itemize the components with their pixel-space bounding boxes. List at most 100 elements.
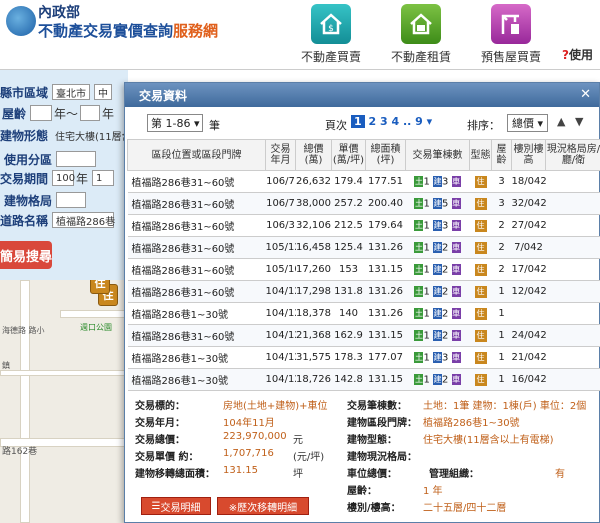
table-row[interactable]: 植福路286巷31~60號104/1221,368162.9131.15土1 建… — [127, 324, 600, 347]
building-count: 2 — [442, 374, 449, 386]
cell-age: 3 — [491, 170, 512, 193]
building-type-row: 建物形態 住宅大樓(11層含以 — [0, 125, 145, 145]
cell-layout — [545, 214, 600, 237]
cell-address: 植福路286巷31~60號 — [127, 258, 266, 281]
current-page[interactable]: 1 — [351, 115, 365, 128]
pagination[interactable]: 1 2 3 4 .. 9 ▾ — [351, 115, 432, 128]
land-count: 1 — [423, 286, 430, 298]
age-to-input[interactable] — [80, 105, 101, 121]
cell-total-price: 17,298 — [295, 280, 332, 303]
cell-age: 2 — [491, 258, 512, 281]
table-row[interactable]: 植福路286巷31~60號105/1017,260153131.15土1 建2 … — [127, 258, 600, 281]
residence-type-icon: 住 — [474, 351, 487, 364]
cell-total-area: 131.15 — [365, 368, 406, 391]
cell-address: 植福路286巷1~30號 — [127, 302, 266, 325]
cell-trade-count: 土1 建2 車 — [405, 258, 470, 281]
zone-select[interactable] — [56, 151, 97, 167]
help-link[interactable]: ?使用 — [562, 46, 593, 63]
building-badge-icon: 建 — [433, 329, 442, 341]
table-row[interactable]: 植福路286巷31~60號 106/7 26,632 179.4 177.51 土1 建3… — [127, 170, 600, 193]
road-input[interactable]: 植福路286巷 — [52, 212, 115, 228]
cell-total-area: 131.15 — [365, 258, 406, 281]
residence-type-icon: 住 — [474, 329, 487, 342]
map-house-pin-icon[interactable]: 住 — [90, 280, 110, 294]
transaction-detail-button[interactable]: ☰ 交易明細 — [141, 497, 211, 515]
table-row[interactable]: 植福路286巷31~60號105/1216,458125.4131.26土1 建… — [127, 236, 600, 259]
parking-badge-icon: 車 — [451, 285, 461, 297]
period-year-input[interactable]: 100 — [52, 170, 75, 186]
map-label-school: 海德路 路小 — [2, 326, 45, 335]
col-unit-price: 單價(萬/坪) — [331, 139, 366, 171]
nav-presale-label: 預售屋買賣 — [480, 50, 541, 64]
quick-search-button[interactable]: 簡易搜尋 — [0, 241, 52, 269]
residence-type-icon: 住 — [474, 197, 487, 210]
cell-floor: 24/042 — [511, 324, 546, 347]
transfer-history-button[interactable]: ※歷次移轉明細 — [217, 497, 309, 515]
detail-key: 交易筆棟數： — [347, 401, 407, 412]
cell-total-area: 131.15 — [365, 324, 406, 347]
parking-badge-icon: 車 — [451, 307, 461, 319]
svg-text:$: $ — [328, 24, 334, 34]
nav-real-estate-rent[interactable]: 不動產租賃 — [376, 4, 466, 65]
age-from-input[interactable] — [30, 105, 53, 121]
house-rent-icon — [401, 4, 441, 44]
cell-type: 住 — [469, 258, 492, 281]
cell-type: 住 — [469, 170, 492, 193]
transaction-dialog: 交易資料 ✕ 第 1-86 ▾ 筆 頁次 1 2 3 4 .. 9 ▾ 排序： … — [124, 82, 600, 523]
table-row[interactable]: 植福路286巷1~30號104/1231,575178.3177.07土1 建3… — [127, 346, 600, 369]
cell-address: 植福路286巷31~60號 — [127, 324, 266, 347]
cell-type: 住 — [469, 214, 492, 237]
site-header: 內政部 不動產交易實價查詢服務網 $ 不動產買賣 不動產租賃 預售屋買賣 ?使用 — [0, 0, 600, 70]
detail-key: 建物移轉總面積： — [135, 469, 215, 480]
period-label: 交易期間 — [0, 171, 49, 186]
county-label: 縣市區域 — [0, 85, 49, 100]
sort-label: 排序： — [467, 119, 500, 132]
parking-badge-icon: 車 — [451, 175, 461, 187]
county-select[interactable]: 臺北市 — [52, 84, 91, 100]
record-range-unit: 筆 — [209, 119, 220, 132]
transaction-detail: 交易標的： 房地(土地+建物)+車位 交易年月： 104年11月 交易總價： 2… — [125, 393, 600, 523]
detail-value: 住宅大樓(11層含以上有電梯) — [423, 435, 554, 446]
list-icon: ☰ — [151, 500, 161, 512]
col-address: 區段位置或區段門牌 — [127, 139, 266, 171]
land-count: 1 — [423, 220, 430, 232]
page-links[interactable]: 2 3 4 .. 9 ▾ — [369, 115, 433, 128]
building-count: 3 — [442, 176, 449, 188]
map-view[interactable]: 海德路 路小 週口公園 鎮 路162巷 住 住 — [0, 280, 128, 523]
nav-real-estate-sale[interactable]: $ 不動產買賣 — [286, 4, 376, 65]
site-title[interactable]: 不動產交易實價查詢服務網 — [38, 20, 218, 41]
land-count: 1 — [423, 308, 430, 320]
cell-total-price: 21,368 — [295, 324, 332, 347]
detail-key: 建物型態： — [347, 435, 397, 446]
table-row[interactable]: 植福路286巷31~60號104/1217,298131.8131.26土1 建… — [127, 280, 600, 303]
nav-presale-house[interactable]: 預售屋買賣 — [466, 4, 556, 65]
table-row[interactable]: 植福路286巷31~60號 106/7 38,000 257.2 200.40 土1 建5… — [127, 192, 600, 215]
detail-value: 有 — [555, 469, 565, 480]
table-row[interactable]: 植福路286巷1~30號104/1218,726142.8131.15土1 建2… — [127, 368, 600, 391]
district-select[interactable]: 中 — [94, 84, 113, 100]
cell-type: 住 — [469, 280, 492, 303]
table-row[interactable]: 植福路286巷1~30號104/1218,378140131.26土1 建2 車… — [127, 302, 600, 325]
sort-descending-icon[interactable]: ▼ — [575, 115, 583, 128]
layout-label: 建物格局 — [4, 193, 53, 208]
cell-age: 3 — [491, 192, 512, 215]
age-label: 屋齡 — [2, 106, 27, 121]
nav-sale-label: 不動產買賣 — [300, 50, 361, 64]
sort-select[interactable]: 總價 ▾ — [507, 114, 549, 132]
cell-floor: 12/042 — [511, 280, 546, 303]
period-month-select[interactable]: 1 — [92, 170, 115, 186]
record-range-select[interactable]: 第 1-86 ▾ — [147, 114, 204, 132]
cell-total-price: 38,000 — [295, 192, 332, 215]
table-row[interactable]: 植福路286巷31~60號 106/3 32,106 212.5 179.64 土1 建3… — [127, 214, 600, 237]
layout-select[interactable] — [56, 192, 87, 208]
close-icon[interactable]: ✕ — [580, 87, 591, 102]
cell-age: 2 — [491, 214, 512, 237]
parking-badge-icon: 車 — [451, 263, 461, 275]
cell-total-area: 179.64 — [365, 214, 406, 237]
residence-type-icon: 住 — [474, 307, 487, 320]
sort-ascending-icon[interactable]: ▲ — [557, 115, 565, 128]
cell-trade-date: 104/12 — [265, 324, 296, 347]
dialog-titlebar[interactable]: 交易資料 ✕ — [125, 83, 599, 107]
cell-age: 1 — [491, 368, 512, 391]
detail-key: 交易標的： — [135, 401, 185, 412]
